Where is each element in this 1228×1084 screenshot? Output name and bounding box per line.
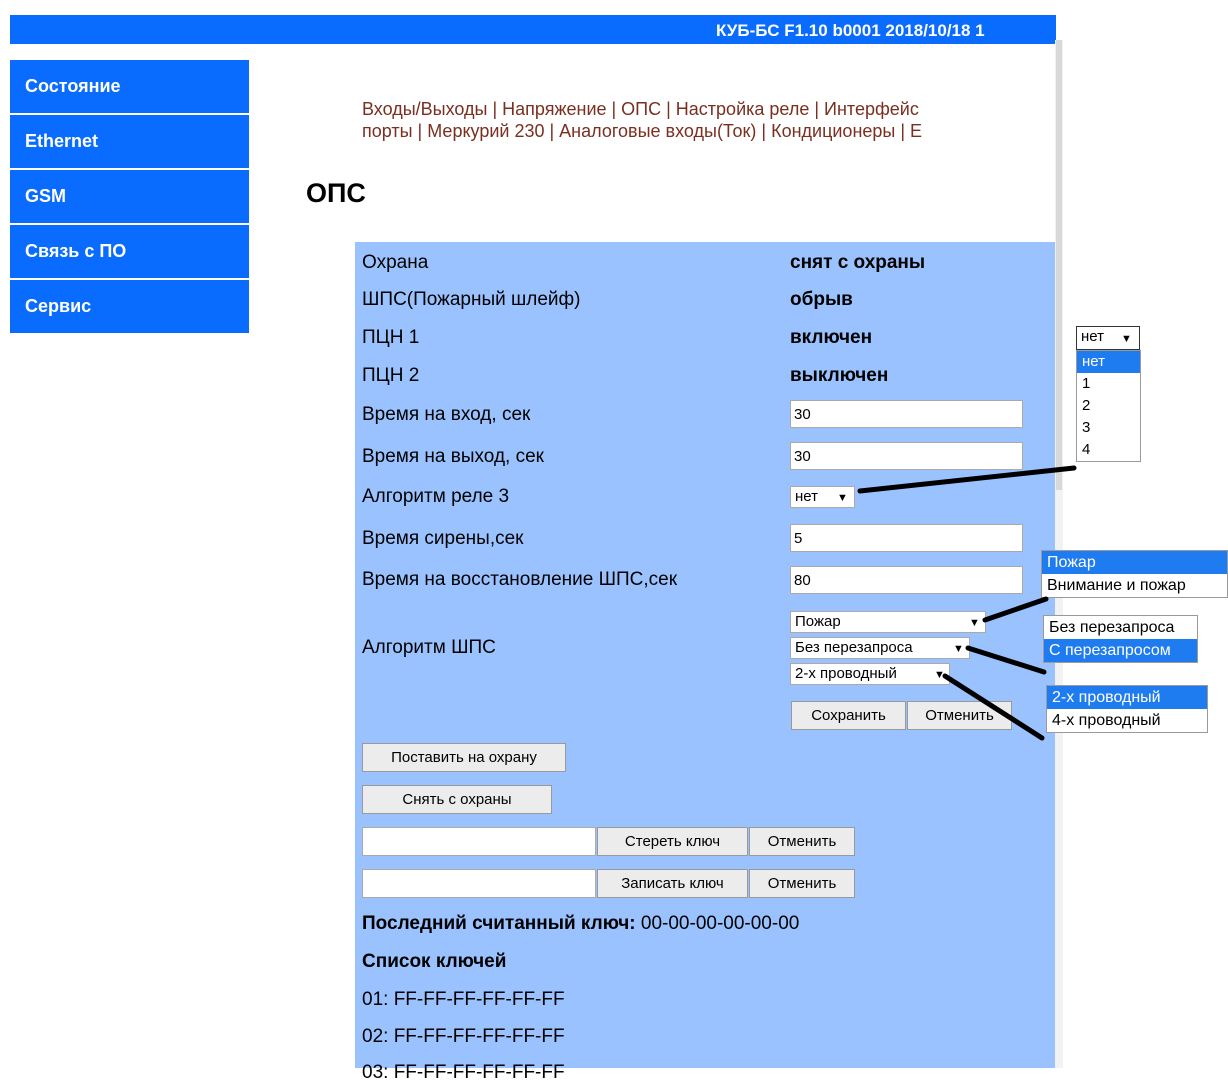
- connector-line: [965, 645, 1047, 675]
- connector-line: [982, 596, 1049, 623]
- annotation-lines: [857, 465, 1077, 741]
- connector-line: [942, 673, 1045, 741]
- connector-line: [857, 465, 1077, 494]
